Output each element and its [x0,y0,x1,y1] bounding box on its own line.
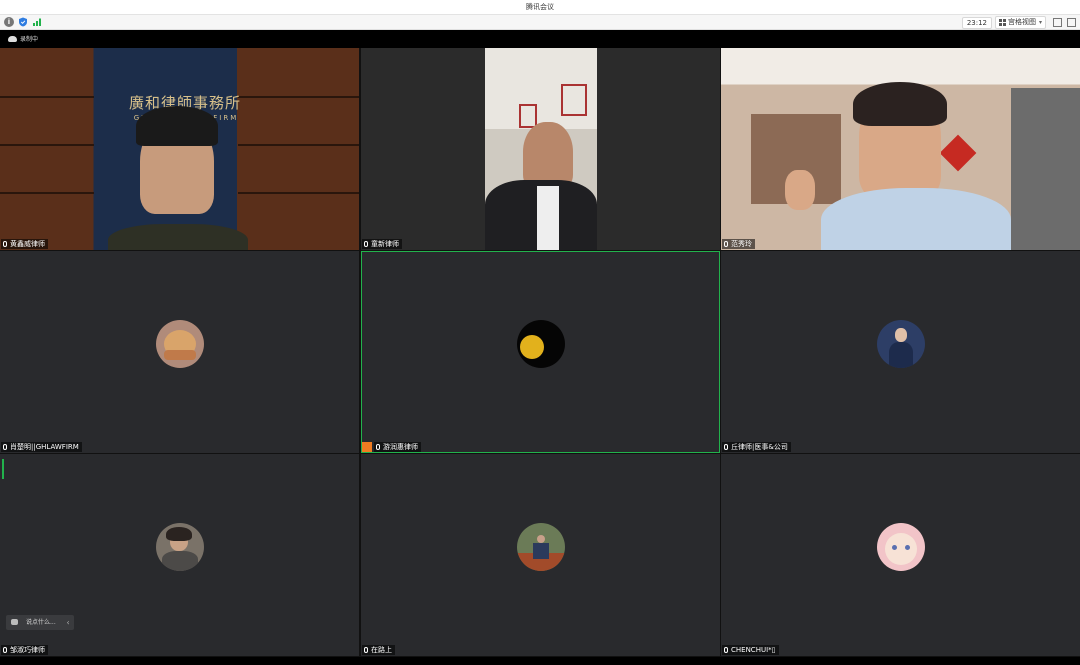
participant-tile[interactable]: 丘律师|医事&公司 [721,251,1080,453]
mic-icon [364,241,368,247]
participant-avatar [876,320,925,368]
chat-icon [11,619,18,625]
mic-icon [376,444,380,450]
participant-name: 丘律师|医事&公司 [731,443,788,451]
participant-name-tag: 童新律师 [362,239,402,249]
participant-hoodie [821,188,1011,250]
avatar-face [536,535,545,543]
participant-tile[interactable]: 范秀玲 [721,48,1080,250]
participant-avatar [516,523,565,571]
participant-hair [136,106,218,146]
participant-avatar [516,320,565,368]
avatar-eye [891,545,897,550]
participant-tile[interactable]: 廣和律師事務所 GUANGHE LAW FIRM 黄鑫威律师 [0,48,359,250]
avatar-eye [904,545,910,550]
view-layout-label: 宫格视图 [1007,18,1036,26]
bookshelf [238,192,359,194]
participant-avatar [155,320,204,368]
bookshelf [0,96,94,98]
recording-label: 录制中 [20,36,39,43]
participant-name-tag: 丘律师|医事&公司 [722,442,791,452]
participant-tile[interactable]: 在路上 [361,454,720,656]
participant-name: 黄鑫威律师 [10,240,45,248]
participant-name-tag: 在路上 [362,645,395,655]
video-feed: 廣和律師事務所 GUANGHE LAW FIRM [0,48,359,250]
meeting-timer: 23:12 [961,17,992,29]
bookshelf [238,144,359,146]
recording-bar: 录制中 [0,30,1080,48]
recording-indicator[interactable]: 录制中 [8,35,38,44]
participant-hand [785,170,815,210]
bookshelf [0,144,94,146]
mic-icon [3,444,7,450]
participant-name-tag: 肖楚明||GHLAWFIRM [1,442,82,452]
participant-tile[interactable]: 童新律师 [361,48,720,250]
participant-name: 邹淑巧律师 [10,646,45,654]
participant-tile-active[interactable]: 游润惠律师 [361,251,720,453]
participant-name-tag: 范秀玲 [722,239,755,249]
mic-icon [364,647,368,653]
video-feed [721,48,1080,250]
host-badge-icon [362,442,372,452]
avatar-hair [165,527,192,541]
participant-name: CHENCHUI*▯ [731,646,776,654]
participant-name: 童新律师 [371,240,399,248]
participant-name: 在路上 [371,646,392,654]
shield-icon[interactable] [18,17,28,27]
participant-hair [853,82,947,126]
sidebar-toggle-icon[interactable] [1067,18,1076,27]
participant-shirt [537,186,559,250]
chat-input[interactable]: 说点什么... ‹ [6,615,74,630]
mic-icon [724,444,728,450]
avatar-suit [888,342,913,368]
window-titlebar: 腾讯会议 [0,0,1080,15]
chat-placeholder: 说点什么... [26,619,56,626]
collapse-icon[interactable]: ‹ [67,615,70,630]
video-grid: 廣和律師事務所 GUANGHE LAW FIRM 黄鑫威律师 童新律师 [0,48,1080,657]
participant-avatar [876,523,925,571]
mic-icon [3,647,7,653]
cloud-icon [8,36,17,42]
participant-face [523,122,573,188]
bookshelf [0,192,94,194]
signal-icon[interactable] [32,17,42,27]
mic-icon [724,241,728,247]
avatar-body [161,551,198,571]
video-feed [361,48,720,250]
window-frame [1011,88,1080,250]
participant-avatar [155,523,204,571]
mic-icon [3,241,7,247]
participant-name-tag: 邹淑巧律师 [1,645,48,655]
fu-decoration [939,134,977,172]
avatar-body [532,543,549,559]
window-title: 腾讯会议 [526,3,554,11]
info-icon[interactable]: i [4,17,14,27]
participant-name-tag: CHENCHUI*▯ [722,645,779,655]
chevron-down-icon: ▾ [1038,19,1042,26]
participant-name-tag: 黄鑫威律师 [1,239,48,249]
avatar-cartoon-face [884,533,917,565]
bottom-strip [0,657,1080,665]
participant-name: 游润惠律师 [383,443,418,451]
participant-tile[interactable]: CHENCHUI*▯ [721,454,1080,656]
view-layout-button[interactable]: 宫格视图 ▾ [994,16,1046,29]
fullscreen-icon[interactable] [1053,18,1062,27]
participant-name-tag: 游润惠律师 [362,442,421,452]
grid-view-icon [998,19,1006,26]
audio-level-indicator [2,459,4,479]
participant-name: 肖楚明||GHLAWFIRM [10,443,79,451]
participant-body [108,224,248,250]
avatar-bear-scarf [163,350,196,360]
wall-frame [561,84,587,116]
mic-icon [724,647,728,653]
participant-tile[interactable]: 肖楚明||GHLAWFIRM [0,251,359,453]
avatar-face [894,328,907,342]
participant-name: 范秀玲 [731,240,752,248]
avatar-moon [519,335,544,359]
meeting-toolbar: i 23:12 宫格视图 ▾ [0,15,1080,30]
